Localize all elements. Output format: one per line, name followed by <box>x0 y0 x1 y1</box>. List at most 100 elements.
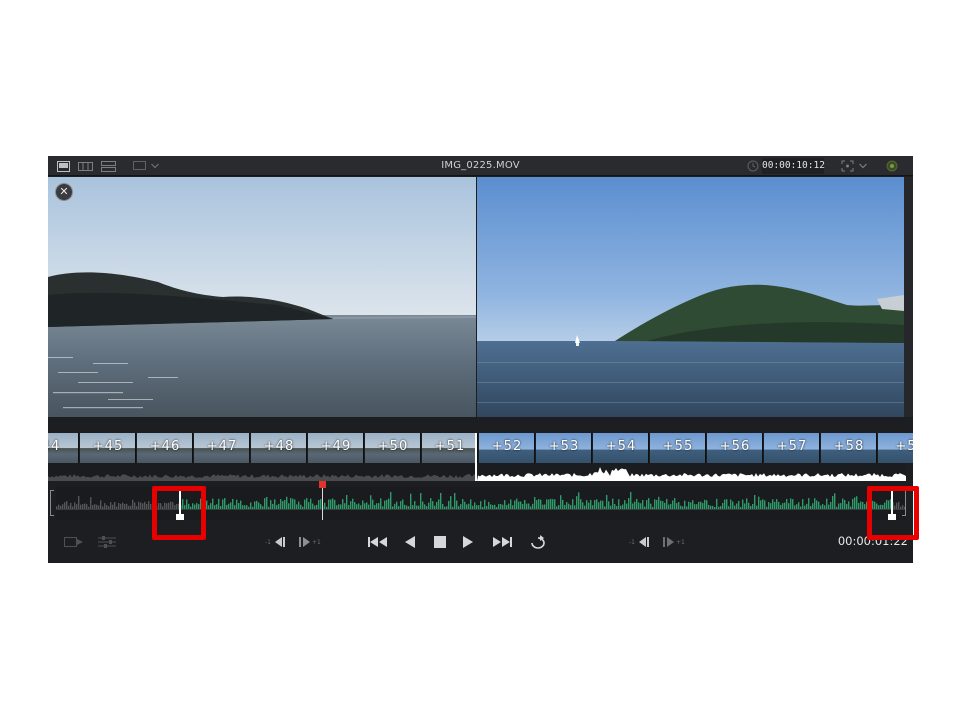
audio-settings-icon[interactable] <box>96 531 118 553</box>
filmstrip-frame[interactable]: +53 <box>536 433 592 463</box>
close-trim-view-button[interactable]: ✕ <box>55 183 73 201</box>
waveform-bar <box>534 497 536 510</box>
filmstrip-frame[interactable]: +49 <box>308 433 364 463</box>
waveform-bar <box>132 499 134 510</box>
filmstrip-frame[interactable]: +58 <box>821 433 877 463</box>
filmstrip-frame[interactable]: +51 <box>422 433 478 463</box>
waveform-bar <box>730 499 732 510</box>
waveform-bar <box>488 501 490 510</box>
insert-clip-icon[interactable] <box>62 531 86 553</box>
waveform-bar <box>448 500 450 510</box>
waveform-bar <box>672 500 674 510</box>
waveform-bar <box>852 498 854 510</box>
waveform-bar <box>140 502 142 510</box>
waveform-bar <box>66 501 68 510</box>
waveform-bar <box>704 499 706 510</box>
waveform-bar <box>504 500 506 510</box>
waveform-bar <box>318 500 320 510</box>
playhead-marker[interactable] <box>319 481 326 488</box>
waveform-bar <box>802 499 804 510</box>
filmstrip-frame[interactable]: +46 <box>137 433 193 463</box>
waveform-bar <box>812 503 814 510</box>
waveform-bar <box>520 501 522 510</box>
filmstrip-frame[interactable]: +55 <box>650 433 706 463</box>
filmstrip-frame[interactable]: +54 <box>593 433 649 463</box>
filmstrip-frame-label: +46 <box>149 439 181 454</box>
go-to-start-icon[interactable] <box>366 531 390 553</box>
waveform-bar <box>548 499 550 510</box>
filmstrip-frame[interactable]: +50 <box>365 433 421 463</box>
waveform-bar <box>790 498 792 510</box>
waveform-bar <box>762 499 764 510</box>
loop-icon[interactable] <box>526 531 550 553</box>
waveform-bar <box>324 502 326 510</box>
waveform-bar <box>454 492 456 510</box>
waveform-bar <box>858 502 860 510</box>
play-icon[interactable] <box>458 531 478 553</box>
waveform-bar <box>376 503 378 510</box>
waveform-bar <box>352 498 354 510</box>
waveform-bar <box>388 498 390 510</box>
filmstrip-frame[interactable]: +52 <box>479 433 535 463</box>
go-to-end-icon[interactable] <box>490 531 514 553</box>
waveform-bar <box>700 501 702 510</box>
audio-meter-icon[interactable] <box>884 159 900 173</box>
filmstrip-frame[interactable]: +47 <box>194 433 250 463</box>
waveform-bar <box>510 499 512 510</box>
prev-edit-icon[interactable]: -1 <box>628 531 656 553</box>
waveform-bar <box>758 496 760 510</box>
waveform-bar <box>536 500 538 510</box>
filmstrip-frame[interactable]: +48 <box>251 433 307 463</box>
waveform-bar <box>602 500 604 510</box>
waveform-bar <box>674 498 676 510</box>
next-edit-icon[interactable]: +1 <box>658 531 686 553</box>
filmstrip-frame-label: +45 <box>92 439 124 454</box>
waveform-bar <box>236 499 238 510</box>
filmstrip-frame[interactable]: 44 <box>48 433 79 463</box>
chevron-down-icon[interactable] <box>858 159 868 173</box>
waveform-bar <box>210 503 212 510</box>
filmstrip-frame[interactable]: +45 <box>80 433 136 463</box>
svg-text:-1: -1 <box>265 539 271 546</box>
waveform-bar <box>218 498 220 510</box>
waveform-bar <box>754 495 756 510</box>
waveform-bar <box>254 501 256 510</box>
waveform-bar <box>748 502 750 510</box>
waveform-bar <box>688 501 690 510</box>
waveform-bar <box>660 500 662 510</box>
next-frame-icon[interactable]: +1 <box>294 531 322 553</box>
filmstrip-frame[interactable]: +56 <box>707 433 763 463</box>
filmstrip-frame[interactable]: +5 <box>878 433 913 463</box>
waveform-bar <box>428 502 430 510</box>
filmstrip-frame[interactable]: +57 <box>764 433 820 463</box>
waveform-bar <box>306 498 308 510</box>
waveform-bar <box>270 500 272 510</box>
waveform-bar <box>332 498 334 510</box>
waveform-bar <box>114 501 116 510</box>
stop-icon[interactable] <box>430 531 450 553</box>
waveform-bar <box>400 501 402 510</box>
play-reverse-icon[interactable] <box>400 531 420 553</box>
waveform-bar <box>284 499 286 510</box>
waveform-bar <box>818 501 820 510</box>
filmstrip[interactable]: 44 +45 +46 +47 +48 +49 +50 +51 +52 +53 +54 +55 +56 +5… <box>48 433 913 481</box>
waveform-bar <box>206 500 208 510</box>
waveform-bar <box>860 501 862 510</box>
waveform-bar <box>654 499 656 510</box>
waveform-bar <box>344 503 346 510</box>
waveform-bar <box>364 503 366 510</box>
left-strip-wave <box>48 474 477 481</box>
svg-text:+1: +1 <box>676 539 685 546</box>
waveform-bar <box>74 502 76 510</box>
waveform-bar <box>516 498 518 510</box>
waveform-bar <box>716 498 718 510</box>
waveform-bar <box>676 503 678 510</box>
waveform-bar <box>514 500 516 510</box>
prev-frame-icon[interactable]: -1 <box>264 531 292 553</box>
trim-in-frame-viewer <box>48 177 476 417</box>
waveform-bar <box>742 499 744 510</box>
waveform-bar <box>560 495 562 510</box>
filmstrip-frame-label: 44 <box>48 439 61 454</box>
fullscreen-icon[interactable] <box>840 159 854 173</box>
viewer-scrollbar[interactable] <box>904 177 913 417</box>
